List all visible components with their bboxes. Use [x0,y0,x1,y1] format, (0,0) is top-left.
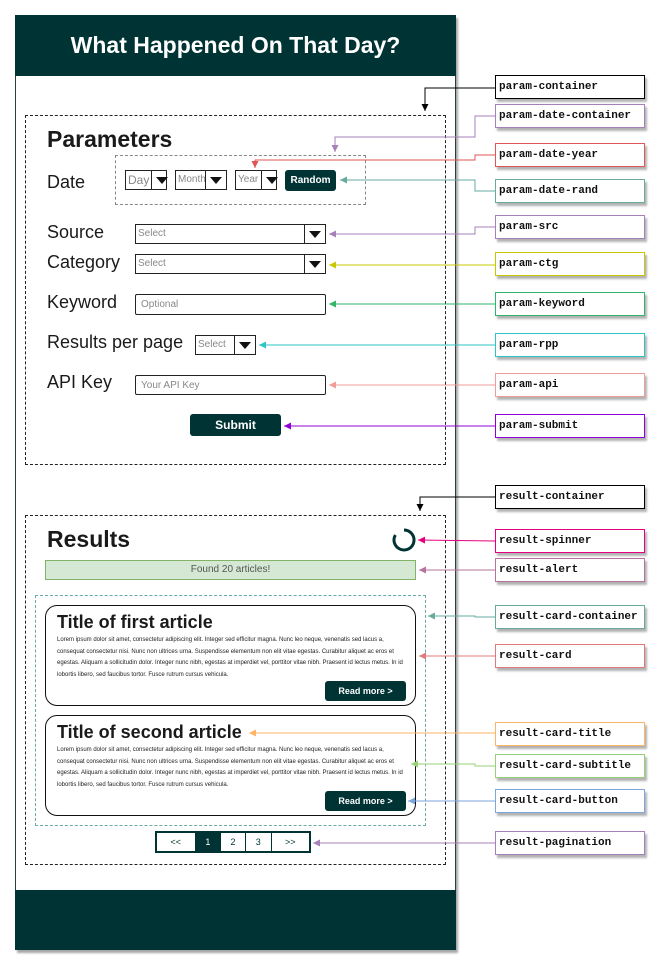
tag-param-date-year: param-date-year [495,143,645,167]
connector-line [329,226,495,235]
arrowhead-icon [411,760,418,768]
tag-result-card-title: result-card-title [495,722,645,746]
arrowhead-icon [418,536,426,544]
tag-param-submit: param-submit [495,414,645,438]
arrowhead-icon [259,341,266,349]
tag-param-keyword: param-keyword [495,292,645,316]
connector-line [334,115,495,152]
tag-result-container: result-container [495,485,645,509]
arrowhead-icon [408,797,415,805]
tag-param-rpp: param-rpp [495,333,645,357]
arrowhead-icon [329,261,336,269]
connector-line [419,496,495,511]
tag-result-card: result-card [495,644,645,668]
connector-line [411,763,495,767]
arrowhead-icon [340,176,347,184]
tag-param-src: param-src [495,215,645,239]
tag-result-pagination: result-pagination [495,831,645,855]
connector-line [417,539,496,542]
tag-result-alert: result-alert [495,558,645,582]
arrowhead-icon [428,612,435,620]
arrowhead-icon [416,504,424,511]
arrowhead-icon [419,566,426,574]
arrowhead-icon [329,381,336,389]
arrowhead-icon [331,145,339,152]
tag-param-ctg: param-ctg [495,252,645,276]
arrowhead-icon [329,300,336,308]
tag-result-card-subtitle: result-card-subtitle [495,754,645,778]
arrowhead-icon [251,161,259,168]
tag-result-spinner: result-spinner [495,529,645,553]
connector-line [428,615,495,618]
arrowhead-icon [329,230,336,238]
tag-param-api: param-api [495,373,645,397]
tag-param-container: param-container [495,75,645,99]
arrowhead-icon [421,104,429,111]
tag-param-date-rand: param-date-rand [495,179,645,203]
connector-line [340,179,495,192]
tag-result-card-button: result-card-button [495,789,645,813]
arrowhead-icon [284,422,291,430]
arrowhead-icon [419,652,426,660]
arrowhead-icon [313,839,320,847]
connector-line [254,154,495,168]
tag-param-date-container: param-date-container [495,104,645,128]
tag-result-card-container: result-card-container [495,605,645,629]
arrowhead-icon [249,729,256,737]
connector-line [424,87,495,111]
